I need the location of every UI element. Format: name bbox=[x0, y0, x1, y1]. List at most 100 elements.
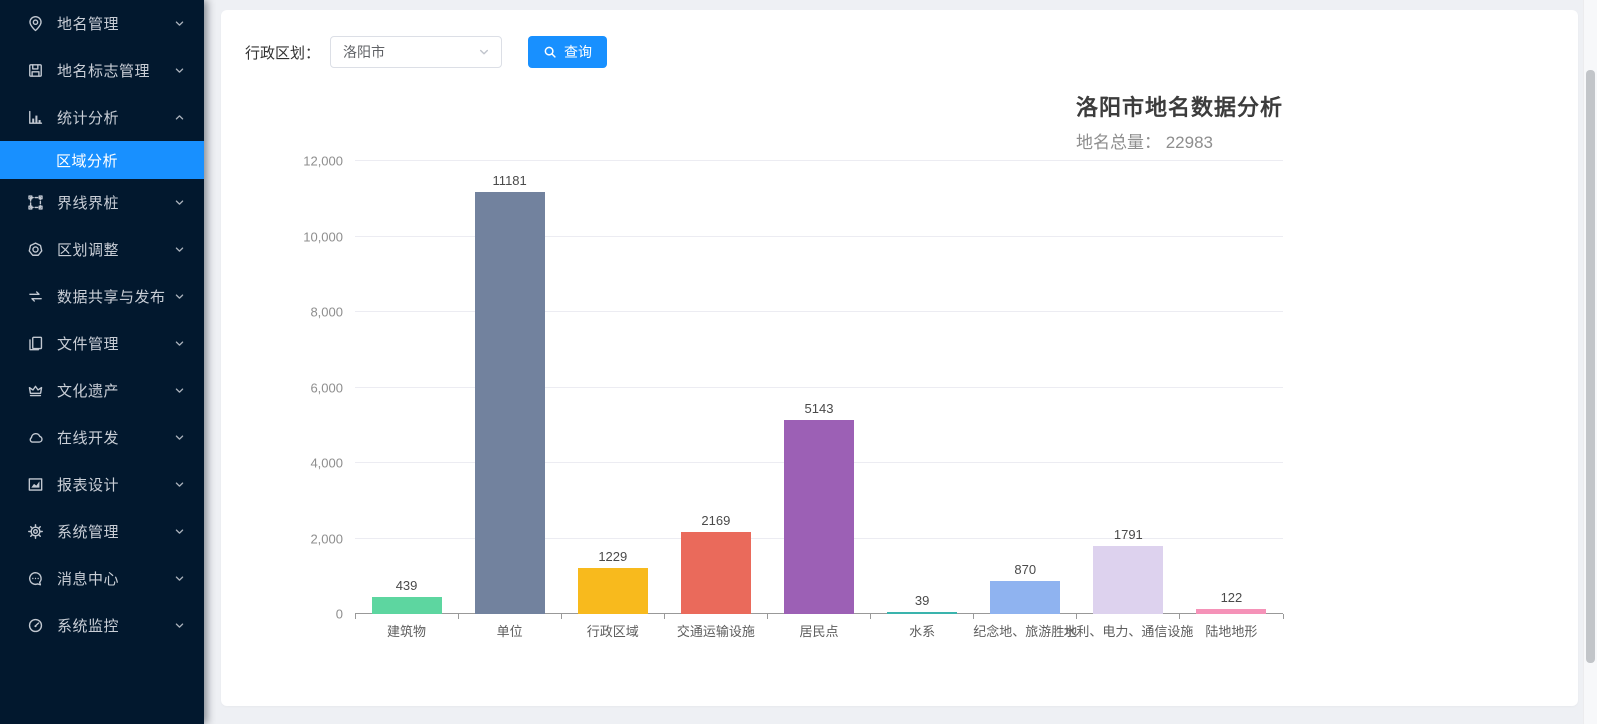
bar-value-label: 122 bbox=[1221, 590, 1243, 605]
search-icon bbox=[543, 45, 557, 59]
sidebar-item-place-name-management[interactable]: 地名管理 bbox=[0, 0, 204, 47]
bars-layer: 439 11181 1229 2169 5143 39 870 1791 122 bbox=[355, 161, 1283, 614]
sidebar-item-boundary-markers[interactable]: 界线界桩 bbox=[0, 179, 204, 226]
region-select-value: 洛阳市 bbox=[343, 42, 477, 62]
bar-value-label: 1229 bbox=[598, 549, 627, 564]
sync-arrows-icon bbox=[27, 288, 44, 305]
x-axis-label: 陆地地形 bbox=[1180, 621, 1283, 640]
sidebar-item-zoning-adjustment[interactable]: 区划调整 bbox=[0, 226, 204, 273]
bar-group: 1791 bbox=[1077, 527, 1180, 614]
bar[interactable] bbox=[475, 192, 545, 614]
page-scrollbar[interactable] bbox=[1583, 0, 1597, 724]
region-filter-label: 行政区划： bbox=[245, 42, 320, 63]
x-tick-mark bbox=[561, 614, 562, 619]
chart-subtitle: 地名总量： 22983 bbox=[1076, 128, 1283, 153]
main-area: 行政区划： 洛阳市 查询 洛阳市地名数据分析 地名总量： 22983 bbox=[204, 0, 1597, 724]
chevron-down-icon bbox=[173, 431, 186, 444]
chevron-down-icon bbox=[173, 17, 186, 30]
sidebar: 地名管理地名标志管理统计分析区域分析界线界桩区划调整数据共享与发布文件管理文化遗… bbox=[0, 0, 204, 724]
crown-icon bbox=[27, 382, 44, 399]
bar-value-label: 2169 bbox=[701, 513, 730, 528]
sidebar-item-label: 文化遗产 bbox=[57, 380, 173, 401]
chevron-down-icon bbox=[173, 243, 186, 256]
sidebar-item-label: 区域分析 bbox=[56, 150, 118, 171]
plot-area: 02,0004,0006,0008,00010,00012,0004391118… bbox=[355, 161, 1283, 614]
sidebar-item-label: 报表设计 bbox=[57, 474, 173, 495]
bar-chart-icon bbox=[27, 109, 44, 126]
bar-value-label: 11181 bbox=[493, 173, 527, 188]
sidebar-item-label: 地名标志管理 bbox=[57, 60, 173, 81]
sidebar-subitem-region-analysis[interactable]: 区域分析 bbox=[0, 141, 204, 179]
bar[interactable] bbox=[990, 581, 1060, 614]
x-axis-label: 纪念地、旅游胜地 bbox=[974, 621, 1077, 640]
sidebar-item-system-management[interactable]: 系统管理 bbox=[0, 508, 204, 555]
sidebar-item-message-center[interactable]: 消息中心 bbox=[0, 555, 204, 602]
y-tick-label: 10,000 bbox=[303, 229, 343, 244]
bar-group: 439 bbox=[355, 578, 458, 614]
bar-group: 2169 bbox=[664, 513, 767, 614]
app-root: 地名管理地名标志管理统计分析区域分析界线界桩区划调整数据共享与发布文件管理文化遗… bbox=[0, 0, 1597, 724]
x-tick-mark bbox=[1283, 614, 1284, 619]
bar[interactable] bbox=[784, 420, 854, 614]
bar-group: 5143 bbox=[767, 401, 870, 614]
bar[interactable] bbox=[681, 532, 751, 614]
x-axis-label: 单位 bbox=[458, 621, 561, 640]
y-tick-label: 6,000 bbox=[310, 380, 343, 395]
bar-value-label: 39 bbox=[915, 593, 929, 608]
bar[interactable] bbox=[1196, 609, 1266, 614]
sidebar-item-place-name-sign-management[interactable]: 地名标志管理 bbox=[0, 47, 204, 94]
sidebar-item-label: 文件管理 bbox=[57, 333, 173, 354]
file-copy-icon bbox=[27, 335, 44, 352]
x-axis-label: 行政区域 bbox=[561, 621, 664, 640]
boundary-frame-icon bbox=[27, 194, 44, 211]
scrollbar-thumb[interactable] bbox=[1586, 70, 1595, 663]
y-tick-label: 12,000 bbox=[303, 154, 343, 169]
x-axis-label: 交通运输设施 bbox=[664, 621, 767, 640]
x-axis-label: 建筑物 bbox=[355, 621, 458, 640]
location-pin-icon bbox=[27, 15, 44, 32]
sidebar-item-cultural-heritage[interactable]: 文化遗产 bbox=[0, 367, 204, 414]
bar[interactable] bbox=[372, 597, 442, 614]
x-tick-mark bbox=[355, 614, 356, 619]
x-tick-mark bbox=[458, 614, 459, 619]
sidebar-item-statistical-analysis[interactable]: 统计分析 bbox=[0, 94, 204, 141]
chevron-down-icon bbox=[173, 525, 186, 538]
sidebar-item-report-design[interactable]: 报表设计 bbox=[0, 461, 204, 508]
content-card: 行政区划： 洛阳市 查询 洛阳市地名数据分析 地名总量： 22983 bbox=[221, 10, 1578, 706]
bar-group: 870 bbox=[974, 562, 1077, 614]
x-tick-mark bbox=[1076, 614, 1077, 619]
sidebar-item-label: 消息中心 bbox=[57, 568, 173, 589]
chevron-down-icon bbox=[173, 384, 186, 397]
bar[interactable] bbox=[887, 612, 957, 614]
gauge-icon bbox=[27, 617, 44, 634]
x-tick-mark bbox=[1179, 614, 1180, 619]
sidebar-item-data-sharing-publishing[interactable]: 数据共享与发布 bbox=[0, 273, 204, 320]
bar-value-label: 870 bbox=[1014, 562, 1036, 577]
bar-group: 11181 bbox=[458, 173, 561, 614]
sidebar-item-label: 在线开发 bbox=[57, 427, 173, 448]
bar-group: 122 bbox=[1180, 590, 1283, 614]
region-select[interactable]: 洛阳市 bbox=[330, 36, 502, 68]
chevron-down-icon bbox=[173, 478, 186, 491]
y-tick-label: 4,000 bbox=[310, 456, 343, 471]
x-axis-label: 水利、电力、通信设施 bbox=[1077, 621, 1180, 640]
sidebar-item-online-development[interactable]: 在线开发 bbox=[0, 414, 204, 461]
chevron-down-icon bbox=[173, 64, 186, 77]
total-label: 地名总量： bbox=[1076, 133, 1161, 152]
sidebar-item-label: 数据共享与发布 bbox=[57, 286, 173, 307]
bar[interactable] bbox=[1093, 546, 1163, 614]
sidebar-item-label: 界线界桩 bbox=[57, 192, 173, 213]
cloud-icon bbox=[27, 429, 44, 446]
bar-group: 39 bbox=[871, 593, 974, 614]
bar[interactable] bbox=[578, 568, 648, 614]
chevron-down-icon bbox=[173, 290, 186, 303]
chart-title: 洛阳市地名数据分析 bbox=[1076, 90, 1283, 122]
y-tick-label: 8,000 bbox=[310, 305, 343, 320]
chevron-down-icon bbox=[173, 572, 186, 585]
x-tick-mark bbox=[767, 614, 768, 619]
sidebar-item-file-management[interactable]: 文件管理 bbox=[0, 320, 204, 367]
search-button[interactable]: 查询 bbox=[528, 36, 607, 68]
x-axis-labels: 建筑物单位行政区域交通运输设施居民点水系纪念地、旅游胜地水利、电力、通信设施陆地… bbox=[355, 621, 1283, 640]
sidebar-item-system-monitoring[interactable]: 系统监控 bbox=[0, 602, 204, 649]
filter-row: 行政区划： 洛阳市 查询 bbox=[221, 10, 1578, 68]
